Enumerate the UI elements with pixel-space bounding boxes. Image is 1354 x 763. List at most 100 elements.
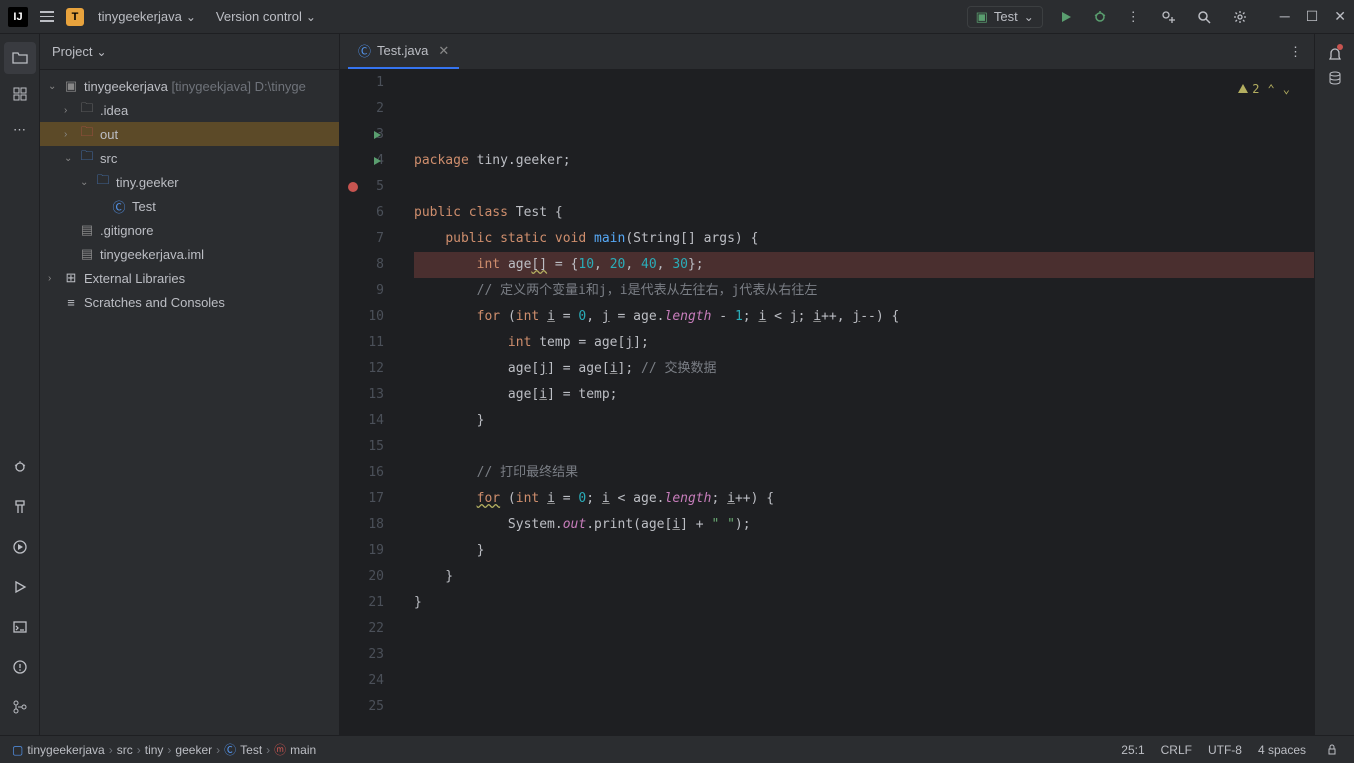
gutter-line[interactable]: 10 bbox=[340, 304, 384, 330]
tree-item[interactable]: Ⓒ Test bbox=[40, 194, 339, 218]
vcs-tool-button[interactable] bbox=[4, 691, 36, 723]
prev-highlight-icon[interactable]: ⌃ bbox=[1268, 76, 1275, 102]
window-maximize[interactable]: ☐ bbox=[1306, 8, 1319, 25]
gutter-line[interactable]: 23 bbox=[340, 642, 384, 668]
gutter-line[interactable]: 12 bbox=[340, 356, 384, 382]
window-minimize[interactable]: ─ bbox=[1280, 8, 1290, 25]
code-line[interactable]: // 打印最终结果 bbox=[414, 460, 1314, 486]
tree-item[interactable]: ▤ .gitignore bbox=[40, 218, 339, 242]
code-line[interactable]: } bbox=[414, 564, 1314, 590]
gutter-line[interactable]: 7 bbox=[340, 226, 384, 252]
gutter-line[interactable]: 19 bbox=[340, 538, 384, 564]
breadcrumb-item[interactable]: src bbox=[117, 743, 133, 757]
code-line[interactable]: int age[] = {10, 20, 40, 30}; bbox=[414, 252, 1314, 278]
code-view[interactable]: 2 ⌃ ⌄ package tiny.geeker; public class T… bbox=[404, 70, 1314, 735]
run-config-selector[interactable]: ▣ Test bbox=[967, 6, 1043, 28]
gutter-line[interactable]: 13 bbox=[340, 382, 384, 408]
breadcrumb-item[interactable]: tiny bbox=[145, 743, 164, 757]
structure-tool-button[interactable] bbox=[4, 78, 36, 110]
run-tool-button[interactable] bbox=[4, 571, 36, 603]
tree-item[interactable]: ⌄ 🗀 tiny.geeker bbox=[40, 170, 339, 194]
settings-icon[interactable] bbox=[1228, 5, 1252, 29]
more-actions[interactable]: ⋮ bbox=[1123, 5, 1144, 29]
gutter-line[interactable]: 6 bbox=[340, 200, 384, 226]
gutter-line[interactable]: 20 bbox=[340, 564, 384, 590]
gutter-line[interactable]: 5 bbox=[340, 174, 384, 200]
code-line[interactable]: } bbox=[414, 590, 1314, 616]
problems-tool-button[interactable] bbox=[4, 651, 36, 683]
tree-item[interactable]: › 🗀 .idea bbox=[40, 98, 339, 122]
run-button[interactable] bbox=[1055, 6, 1077, 28]
services-tool-button[interactable] bbox=[4, 531, 36, 563]
code-line[interactable]: int temp = age[j]; bbox=[414, 330, 1314, 356]
close-tab-icon[interactable]: ✕ bbox=[438, 43, 449, 59]
gutter-line[interactable]: 21 bbox=[340, 590, 384, 616]
code-with-me-icon[interactable] bbox=[1156, 5, 1180, 29]
code-line[interactable] bbox=[414, 434, 1314, 460]
tree-external-libs[interactable]: › ⊞ External Libraries bbox=[40, 266, 339, 290]
window-close[interactable]: ✕ bbox=[1334, 8, 1346, 25]
tree-item[interactable]: › 🗀 out bbox=[40, 122, 339, 146]
gutter-line[interactable]: 9 bbox=[340, 278, 384, 304]
gutter-line[interactable]: 4 bbox=[340, 148, 384, 174]
database-button[interactable] bbox=[1323, 66, 1347, 90]
gutter-line[interactable]: 14 bbox=[340, 408, 384, 434]
gutter-line[interactable]: 8 bbox=[340, 252, 384, 278]
gutter-line[interactable]: 16 bbox=[340, 460, 384, 486]
tree-item[interactable]: ⌄ 🗀 src bbox=[40, 146, 339, 170]
tree-scratches[interactable]: ≡ Scratches and Consoles bbox=[40, 290, 339, 314]
code-line[interactable]: package tiny.geeker; bbox=[414, 148, 1314, 174]
code-line[interactable]: for (int i = 0; i < age.length; i++) { bbox=[414, 486, 1314, 512]
editor-tab[interactable]: Ⓒ Test.java ✕ bbox=[348, 34, 459, 69]
code-line[interactable]: for (int i = 0, j = age.length - 1; i < … bbox=[414, 304, 1314, 330]
gutter-run-icon[interactable] bbox=[372, 156, 382, 166]
code-line[interactable]: age[i] = temp; bbox=[414, 382, 1314, 408]
terminal-tool-button[interactable] bbox=[4, 611, 36, 643]
breadcrumb-item[interactable]: Ⓒ Test bbox=[224, 741, 262, 758]
debug-button[interactable] bbox=[1089, 6, 1111, 28]
gutter-line[interactable]: 18 bbox=[340, 512, 384, 538]
indent-settings[interactable]: 4 spaces bbox=[1258, 743, 1306, 757]
code-line[interactable]: } bbox=[414, 538, 1314, 564]
gutter-line[interactable]: 1 bbox=[340, 70, 384, 96]
vcs-dropdown[interactable]: Version control bbox=[210, 5, 322, 28]
breadcrumb-item[interactable]: ▢ tinygeekerjava bbox=[12, 743, 105, 757]
code-line[interactable]: // 定义两个变量i和j，i是代表从左往右，j代表从右往左 bbox=[414, 278, 1314, 304]
tree-item[interactable]: ▤ tinygeekerjava.iml bbox=[40, 242, 339, 266]
build-tool-button[interactable] bbox=[4, 491, 36, 523]
code-line[interactable] bbox=[414, 668, 1314, 694]
project-panel-header[interactable]: Project bbox=[40, 34, 339, 70]
code-line[interactable]: public class Test { bbox=[414, 200, 1314, 226]
line-separator[interactable]: CRLF bbox=[1161, 743, 1192, 757]
editor-content[interactable]: 1234567891011121314151617181920212223242… bbox=[340, 70, 1314, 735]
gutter[interactable]: 1234567891011121314151617181920212223242… bbox=[340, 70, 404, 735]
gutter-line[interactable]: 11 bbox=[340, 330, 384, 356]
gutter-line[interactable]: 3 bbox=[340, 122, 384, 148]
gutter-line[interactable]: 2 bbox=[340, 96, 384, 122]
readonly-lock-icon[interactable] bbox=[1322, 740, 1342, 760]
gutter-line[interactable]: 24 bbox=[340, 668, 384, 694]
search-icon[interactable] bbox=[1192, 5, 1216, 29]
code-line[interactable] bbox=[414, 616, 1314, 642]
gutter-run-icon[interactable] bbox=[372, 130, 382, 140]
code-line[interactable]: } bbox=[414, 408, 1314, 434]
gutter-line[interactable]: 17 bbox=[340, 486, 384, 512]
project-tool-button[interactable] bbox=[4, 42, 36, 74]
tree-root[interactable]: ⌄ ▣ tinygeekerjava [tinygeekjava] D:\tin… bbox=[40, 74, 339, 98]
code-line[interactable] bbox=[414, 174, 1314, 200]
project-dropdown[interactable]: tinygeekerjava bbox=[92, 5, 202, 28]
breadcrumb-item[interactable]: ⓜ main bbox=[274, 741, 316, 758]
inspections-overlay[interactable]: 2 ⌃ ⌄ bbox=[1237, 76, 1290, 102]
code-line[interactable] bbox=[414, 720, 1314, 735]
debug-tool-button[interactable] bbox=[4, 451, 36, 483]
breakpoint-icon[interactable] bbox=[348, 182, 358, 192]
cursor-position[interactable]: 25:1 bbox=[1121, 743, 1144, 757]
gutter-line[interactable]: 25 bbox=[340, 694, 384, 720]
gutter-line[interactable]: 22 bbox=[340, 616, 384, 642]
editor-more-icon[interactable]: ⋮ bbox=[1285, 40, 1306, 64]
file-encoding[interactable]: UTF-8 bbox=[1208, 743, 1242, 757]
more-tools[interactable]: ⋯ bbox=[4, 114, 36, 146]
hamburger-menu[interactable] bbox=[36, 7, 58, 26]
code-line[interactable]: public static void main(String[] args) { bbox=[414, 226, 1314, 252]
next-highlight-icon[interactable]: ⌄ bbox=[1283, 76, 1290, 102]
